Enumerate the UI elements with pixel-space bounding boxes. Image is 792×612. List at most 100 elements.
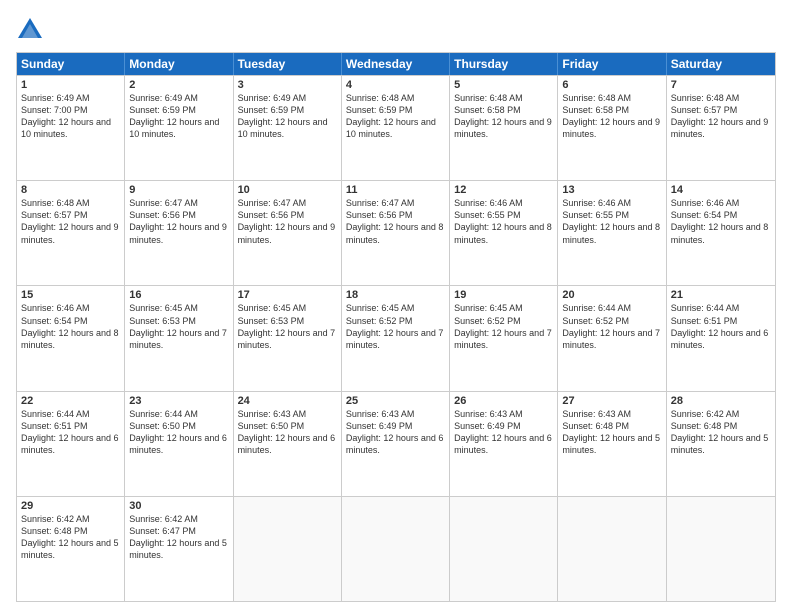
day-cell-28: 28Sunrise: 6:42 AMSunset: 6:48 PMDayligh… xyxy=(667,392,775,496)
day-info: Sunrise: 6:46 AMSunset: 6:54 PMDaylight:… xyxy=(671,197,771,246)
day-cell-17: 17Sunrise: 6:45 AMSunset: 6:53 PMDayligh… xyxy=(234,286,342,390)
day-info: Sunrise: 6:45 AMSunset: 6:52 PMDaylight:… xyxy=(454,302,553,351)
day-number: 23 xyxy=(129,395,228,407)
day-cell-25: 25Sunrise: 6:43 AMSunset: 6:49 PMDayligh… xyxy=(342,392,450,496)
empty-cell xyxy=(342,497,450,601)
day-cell-24: 24Sunrise: 6:43 AMSunset: 6:50 PMDayligh… xyxy=(234,392,342,496)
day-info: Sunrise: 6:48 AMSunset: 6:58 PMDaylight:… xyxy=(454,92,553,141)
day-cell-26: 26Sunrise: 6:43 AMSunset: 6:49 PMDayligh… xyxy=(450,392,558,496)
day-info: Sunrise: 6:44 AMSunset: 6:50 PMDaylight:… xyxy=(129,408,228,457)
day-number: 16 xyxy=(129,289,228,301)
day-number: 27 xyxy=(562,395,661,407)
calendar-body: 1Sunrise: 6:49 AMSunset: 7:00 PMDaylight… xyxy=(17,75,775,601)
day-cell-16: 16Sunrise: 6:45 AMSunset: 6:53 PMDayligh… xyxy=(125,286,233,390)
day-info: Sunrise: 6:42 AMSunset: 6:48 PMDaylight:… xyxy=(671,408,771,457)
day-cell-9: 9Sunrise: 6:47 AMSunset: 6:56 PMDaylight… xyxy=(125,181,233,285)
day-number: 30 xyxy=(129,500,228,512)
day-info: Sunrise: 6:49 AMSunset: 7:00 PMDaylight:… xyxy=(21,92,120,141)
day-cell-8: 8Sunrise: 6:48 AMSunset: 6:57 PMDaylight… xyxy=(17,181,125,285)
day-cell-30: 30Sunrise: 6:42 AMSunset: 6:47 PMDayligh… xyxy=(125,497,233,601)
day-info: Sunrise: 6:47 AMSunset: 6:56 PMDaylight:… xyxy=(346,197,445,246)
day-cell-11: 11Sunrise: 6:47 AMSunset: 6:56 PMDayligh… xyxy=(342,181,450,285)
day-number: 7 xyxy=(671,79,771,91)
header-saturday: Saturday xyxy=(667,53,775,75)
day-cell-5: 5Sunrise: 6:48 AMSunset: 6:58 PMDaylight… xyxy=(450,76,558,180)
day-cell-14: 14Sunrise: 6:46 AMSunset: 6:54 PMDayligh… xyxy=(667,181,775,285)
day-info: Sunrise: 6:44 AMSunset: 6:51 PMDaylight:… xyxy=(21,408,120,457)
day-info: Sunrise: 6:49 AMSunset: 6:59 PMDaylight:… xyxy=(129,92,228,141)
day-number: 9 xyxy=(129,184,228,196)
day-cell-2: 2Sunrise: 6:49 AMSunset: 6:59 PMDaylight… xyxy=(125,76,233,180)
day-number: 2 xyxy=(129,79,228,91)
day-number: 20 xyxy=(562,289,661,301)
day-number: 19 xyxy=(454,289,553,301)
calendar-row-3: 15Sunrise: 6:46 AMSunset: 6:54 PMDayligh… xyxy=(17,285,775,390)
day-info: Sunrise: 6:43 AMSunset: 6:48 PMDaylight:… xyxy=(562,408,661,457)
day-cell-29: 29Sunrise: 6:42 AMSunset: 6:48 PMDayligh… xyxy=(17,497,125,601)
day-info: Sunrise: 6:47 AMSunset: 6:56 PMDaylight:… xyxy=(238,197,337,246)
day-number: 14 xyxy=(671,184,771,196)
calendar-row-5: 29Sunrise: 6:42 AMSunset: 6:48 PMDayligh… xyxy=(17,496,775,601)
day-info: Sunrise: 6:43 AMSunset: 6:50 PMDaylight:… xyxy=(238,408,337,457)
calendar-row-2: 8Sunrise: 6:48 AMSunset: 6:57 PMDaylight… xyxy=(17,180,775,285)
day-cell-4: 4Sunrise: 6:48 AMSunset: 6:59 PMDaylight… xyxy=(342,76,450,180)
day-number: 6 xyxy=(562,79,661,91)
day-info: Sunrise: 6:48 AMSunset: 6:57 PMDaylight:… xyxy=(21,197,120,246)
day-cell-22: 22Sunrise: 6:44 AMSunset: 6:51 PMDayligh… xyxy=(17,392,125,496)
day-number: 1 xyxy=(21,79,120,91)
day-cell-21: 21Sunrise: 6:44 AMSunset: 6:51 PMDayligh… xyxy=(667,286,775,390)
day-number: 15 xyxy=(21,289,120,301)
day-cell-19: 19Sunrise: 6:45 AMSunset: 6:52 PMDayligh… xyxy=(450,286,558,390)
day-info: Sunrise: 6:44 AMSunset: 6:52 PMDaylight:… xyxy=(562,302,661,351)
logo-icon xyxy=(16,16,44,44)
day-number: 25 xyxy=(346,395,445,407)
day-info: Sunrise: 6:46 AMSunset: 6:54 PMDaylight:… xyxy=(21,302,120,351)
day-cell-1: 1Sunrise: 6:49 AMSunset: 7:00 PMDaylight… xyxy=(17,76,125,180)
calendar-row-1: 1Sunrise: 6:49 AMSunset: 7:00 PMDaylight… xyxy=(17,75,775,180)
day-info: Sunrise: 6:49 AMSunset: 6:59 PMDaylight:… xyxy=(238,92,337,141)
empty-cell xyxy=(450,497,558,601)
day-number: 26 xyxy=(454,395,553,407)
header-monday: Monday xyxy=(125,53,233,75)
empty-cell xyxy=(234,497,342,601)
day-number: 8 xyxy=(21,184,120,196)
day-cell-27: 27Sunrise: 6:43 AMSunset: 6:48 PMDayligh… xyxy=(558,392,666,496)
calendar-row-4: 22Sunrise: 6:44 AMSunset: 6:51 PMDayligh… xyxy=(17,391,775,496)
empty-cell xyxy=(667,497,775,601)
day-number: 11 xyxy=(346,184,445,196)
day-number: 24 xyxy=(238,395,337,407)
day-cell-20: 20Sunrise: 6:44 AMSunset: 6:52 PMDayligh… xyxy=(558,286,666,390)
day-cell-3: 3Sunrise: 6:49 AMSunset: 6:59 PMDaylight… xyxy=(234,76,342,180)
day-number: 22 xyxy=(21,395,120,407)
logo xyxy=(16,16,48,44)
header-sunday: Sunday xyxy=(17,53,125,75)
day-cell-23: 23Sunrise: 6:44 AMSunset: 6:50 PMDayligh… xyxy=(125,392,233,496)
day-number: 21 xyxy=(671,289,771,301)
day-info: Sunrise: 6:48 AMSunset: 6:59 PMDaylight:… xyxy=(346,92,445,141)
day-info: Sunrise: 6:48 AMSunset: 6:58 PMDaylight:… xyxy=(562,92,661,141)
day-cell-7: 7Sunrise: 6:48 AMSunset: 6:57 PMDaylight… xyxy=(667,76,775,180)
day-number: 3 xyxy=(238,79,337,91)
day-cell-13: 13Sunrise: 6:46 AMSunset: 6:55 PMDayligh… xyxy=(558,181,666,285)
day-cell-18: 18Sunrise: 6:45 AMSunset: 6:52 PMDayligh… xyxy=(342,286,450,390)
header-tuesday: Tuesday xyxy=(234,53,342,75)
day-cell-15: 15Sunrise: 6:46 AMSunset: 6:54 PMDayligh… xyxy=(17,286,125,390)
calendar-header: Sunday Monday Tuesday Wednesday Thursday… xyxy=(17,53,775,75)
day-info: Sunrise: 6:44 AMSunset: 6:51 PMDaylight:… xyxy=(671,302,771,351)
day-info: Sunrise: 6:43 AMSunset: 6:49 PMDaylight:… xyxy=(346,408,445,457)
calendar: Sunday Monday Tuesday Wednesday Thursday… xyxy=(16,52,776,602)
day-cell-12: 12Sunrise: 6:46 AMSunset: 6:55 PMDayligh… xyxy=(450,181,558,285)
day-cell-6: 6Sunrise: 6:48 AMSunset: 6:58 PMDaylight… xyxy=(558,76,666,180)
day-info: Sunrise: 6:42 AMSunset: 6:47 PMDaylight:… xyxy=(129,513,228,562)
day-info: Sunrise: 6:43 AMSunset: 6:49 PMDaylight:… xyxy=(454,408,553,457)
day-number: 18 xyxy=(346,289,445,301)
day-cell-10: 10Sunrise: 6:47 AMSunset: 6:56 PMDayligh… xyxy=(234,181,342,285)
day-number: 29 xyxy=(21,500,120,512)
day-number: 13 xyxy=(562,184,661,196)
day-number: 10 xyxy=(238,184,337,196)
header-wednesday: Wednesday xyxy=(342,53,450,75)
empty-cell xyxy=(558,497,666,601)
day-number: 4 xyxy=(346,79,445,91)
day-info: Sunrise: 6:45 AMSunset: 6:53 PMDaylight:… xyxy=(129,302,228,351)
day-info: Sunrise: 6:46 AMSunset: 6:55 PMDaylight:… xyxy=(454,197,553,246)
